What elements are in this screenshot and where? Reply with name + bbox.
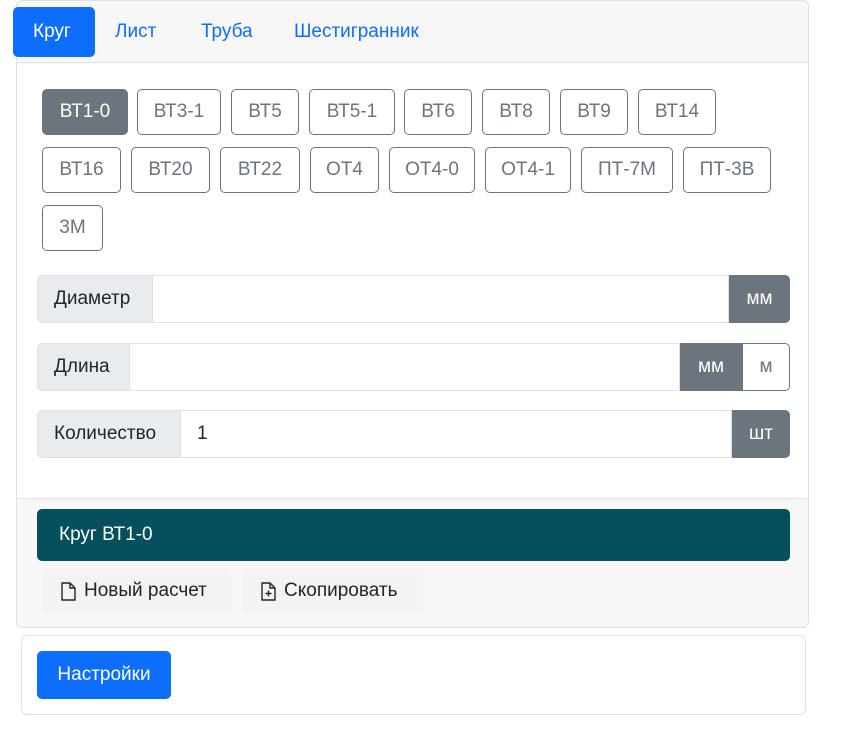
- file-icon: [61, 582, 76, 601]
- alloy-button[interactable]: ВТ5: [231, 89, 299, 135]
- settings-card: Настройки: [21, 635, 806, 715]
- quantity-unit: шт: [732, 410, 790, 458]
- diameter-input[interactable]: [153, 275, 729, 323]
- diameter-label: Диаметр: [37, 275, 153, 323]
- alloy-button[interactable]: ВТ5-1: [309, 89, 395, 135]
- alloy-button[interactable]: ВТ1-0: [42, 89, 128, 135]
- new-calc-label: Новый расчет: [84, 580, 207, 601]
- tab-list[interactable]: Лист: [95, 7, 176, 57]
- alloy-button[interactable]: ВТ3-1: [137, 89, 221, 135]
- length-unit-mm[interactable]: мм: [680, 343, 742, 391]
- alloy-button[interactable]: ОТ4: [310, 147, 379, 193]
- result-title: Круг ВТ1-0: [37, 509, 790, 561]
- alloy-button[interactable]: ОТ4-1: [485, 147, 571, 193]
- quantity-label: Количество: [37, 410, 181, 458]
- tab-shestigrannik[interactable]: Шестигранник: [274, 7, 439, 57]
- alloy-button[interactable]: ПТ-3В: [683, 147, 771, 193]
- alloy-button[interactable]: ВТ9: [560, 89, 628, 135]
- calculator-card: Круг Лист Труба Шестигранник ВТ1-0 ВТ3-1…: [13, 0, 809, 629]
- alloy-button[interactable]: ПТ-7М: [581, 147, 673, 193]
- copy-button[interactable]: Скопировать: [242, 569, 423, 613]
- shape-tabs: Круг Лист Труба Шестигранник: [13, 1, 808, 63]
- alloy-button[interactable]: ВТ14: [638, 89, 716, 135]
- alloy-button[interactable]: 3М: [42, 205, 103, 251]
- alloy-button[interactable]: ВТ16: [42, 147, 121, 193]
- alloy-button[interactable]: ОТ4-0: [389, 147, 475, 193]
- quantity-group: Количество шт: [37, 410, 790, 458]
- tab-krug[interactable]: Круг: [13, 7, 95, 57]
- alloy-button[interactable]: ВТ8: [482, 89, 550, 135]
- new-calc-button[interactable]: Новый расчет: [42, 569, 232, 613]
- result-footer: Круг ВТ1-0 Новый расчет Скопировать: [17, 499, 808, 629]
- alloy-button[interactable]: ВТ22: [220, 147, 300, 193]
- copy-label: Скопировать: [284, 580, 398, 601]
- form-body: ВТ1-0 ВТ3-1 ВТ5 ВТ5-1 ВТ6 ВТ8 ВТ9 ВТ14 В…: [17, 63, 808, 499]
- diameter-group: Диаметр мм: [37, 275, 790, 323]
- alloy-button[interactable]: ВТ20: [131, 147, 210, 193]
- length-unit-m[interactable]: м: [742, 343, 790, 391]
- length-label: Длина: [37, 343, 130, 391]
- file-plus-icon: [261, 582, 276, 601]
- tab-truba[interactable]: Труба: [181, 7, 273, 57]
- length-input[interactable]: [130, 343, 680, 391]
- length-group: Длина мм м: [37, 343, 790, 391]
- alloy-button[interactable]: ВТ6: [404, 89, 472, 135]
- quantity-input[interactable]: [181, 410, 732, 458]
- settings-button[interactable]: Настройки: [37, 651, 171, 699]
- diameter-unit: мм: [729, 275, 790, 323]
